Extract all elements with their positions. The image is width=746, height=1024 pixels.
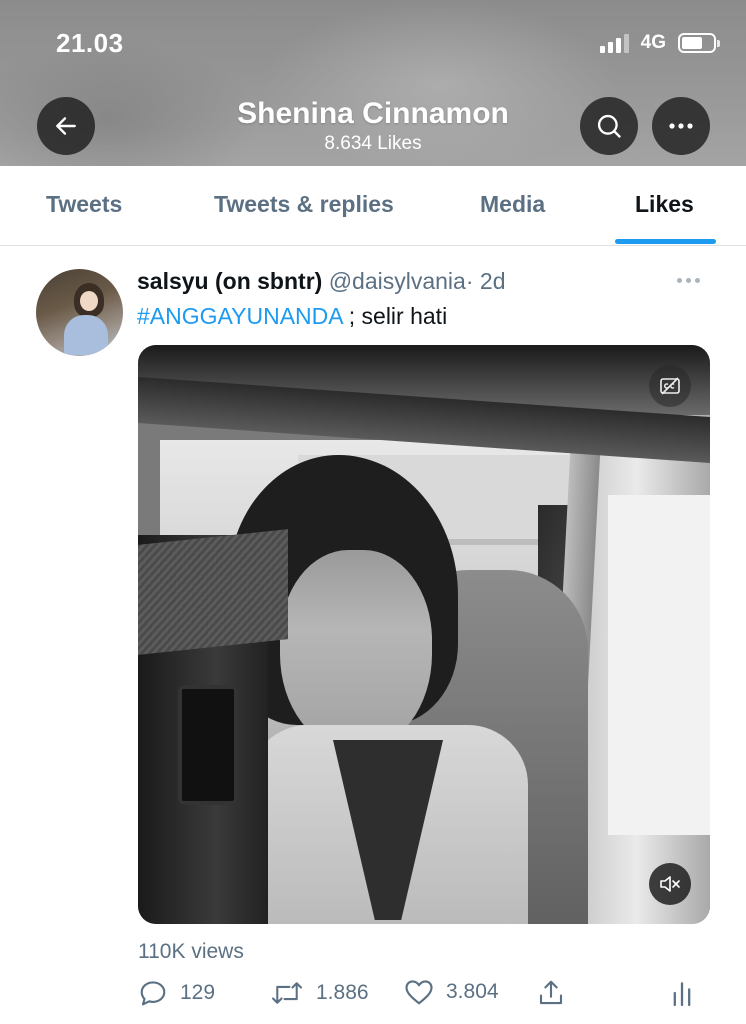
retweet-icon: [272, 982, 302, 1004]
tweet-author-name[interactable]: salsyu (on sbntr): [137, 268, 322, 294]
tweet-text: #ANGGAYUNANDA ; selir hati: [137, 303, 447, 330]
tweet-video[interactable]: [138, 345, 710, 924]
network-type: 4G: [640, 32, 666, 53]
reply-icon: [140, 981, 166, 1006]
tweet-header: salsyu (on sbntr) @daisylvania· 2d: [137, 268, 506, 295]
hashtag-link[interactable]: #ANGGAYUNANDA: [137, 303, 342, 329]
search-icon: [597, 114, 621, 138]
avatar[interactable]: [36, 269, 123, 356]
tweet-timestamp[interactable]: 2d: [480, 268, 506, 294]
tweet-text-body: ; selir hati: [342, 303, 448, 329]
like-icon: [405, 980, 433, 1005]
mute-button[interactable]: [649, 863, 691, 905]
tab-tweets-and-replies[interactable]: Tweets & replies: [214, 191, 394, 218]
tab-media[interactable]: Media: [480, 191, 545, 218]
separator-dot: ·: [465, 268, 474, 294]
retweet-count: 1.886: [316, 981, 369, 1004]
battery-icon: [678, 33, 720, 53]
mute-icon: [660, 876, 680, 892]
tweet-author-handle[interactable]: @daisylvania: [329, 268, 466, 294]
reply-count: 129: [180, 981, 216, 1004]
analytics-icon: [673, 982, 691, 1007]
search-button[interactable]: [580, 97, 638, 155]
reply-button[interactable]: 129: [138, 978, 215, 1008]
status-indicators: 4G: [599, 32, 720, 54]
status-time: 21.03: [56, 28, 124, 58]
like-button[interactable]: 3.804: [404, 978, 499, 1006]
share-button[interactable]: [536, 978, 566, 1008]
tweet-views: 110K views: [138, 940, 244, 963]
share-icon: [539, 980, 563, 1005]
tweet-more-button[interactable]: [677, 278, 700, 283]
tab-likes[interactable]: Likes: [635, 191, 694, 218]
active-tab-indicator: [615, 239, 716, 244]
retweet-button[interactable]: 1.886: [270, 978, 369, 1008]
closed-caption-icon: [660, 377, 680, 395]
signal-icon: [599, 33, 629, 53]
more-icon: [669, 123, 693, 129]
tweet-actions: 129 1.886 3.804: [138, 978, 710, 1014]
captions-button[interactable]: [649, 365, 691, 407]
analytics-button[interactable]: [670, 978, 694, 1008]
like-count: 3.804: [446, 980, 499, 1003]
tab-tweets[interactable]: Tweets: [46, 191, 122, 218]
profile-tabs: Tweets Tweets & replies Media Likes: [0, 166, 746, 246]
more-options-button[interactable]: [652, 97, 710, 155]
